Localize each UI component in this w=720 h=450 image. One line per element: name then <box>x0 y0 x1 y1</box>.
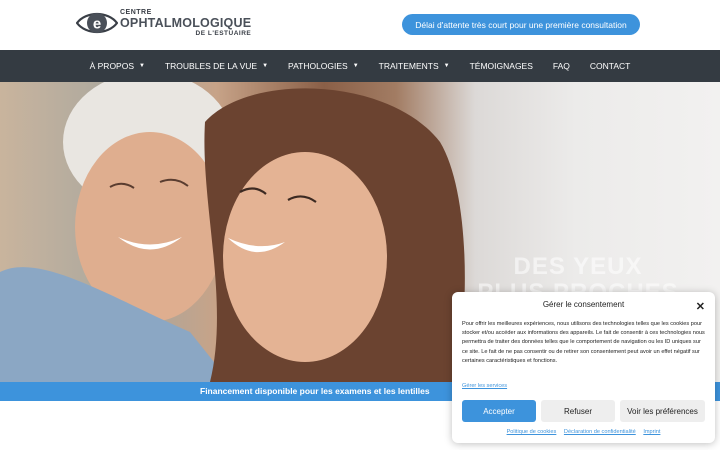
nav-item-label: À PROPOS <box>89 61 135 71</box>
main-nav: À PROPOS ▼ TROUBLES DE LA VUE ▼ PATHOLOG… <box>0 50 720 82</box>
nav-item-traitements[interactable]: TRAITEMENTS ▼ <box>379 61 450 71</box>
nav-item-contact[interactable]: CONTACT <box>590 61 630 71</box>
consent-title: Gérer le consentement <box>542 300 625 309</box>
site-logo[interactable]: e CENTRE OPHTALMOLOGIQUE DE L'ESTUAIRE <box>75 8 251 38</box>
nav-item-faq[interactable]: FAQ <box>553 61 570 71</box>
page: e CENTRE OPHTALMOLOGIQUE DE L'ESTUAIRE D… <box>0 0 720 450</box>
consent-description: Pour offrir les meilleures expériences, … <box>462 321 705 364</box>
caret-down-icon: ▼ <box>262 63 269 69</box>
privacy-statement-link[interactable]: Déclaration de confidentialité <box>564 429 636 435</box>
nav-item-pathologies[interactable]: PATHOLOGIES ▼ <box>288 61 359 71</box>
refuse-button[interactable]: Refuser <box>541 400 615 422</box>
imprint-link[interactable]: Imprint <box>643 429 660 435</box>
caret-down-icon: ▼ <box>139 63 145 69</box>
logo-mark-letter: e <box>93 16 101 33</box>
view-preferences-button[interactable]: Voir les préférences <box>620 400 705 422</box>
consent-footer-links: Politique de cookies Déclaration de conf… <box>452 429 715 435</box>
nav-item-label: TROUBLES DE LA VUE <box>164 61 258 71</box>
logo-wordmark: CENTRE OPHTALMOLOGIQUE DE L'ESTUAIRE <box>120 9 251 37</box>
nav-item-label: PATHOLOGIES <box>288 61 348 71</box>
logo-line-ophtalmologique: OPHTALMOLOGIQUE <box>120 16 252 30</box>
accept-button[interactable]: Accepter <box>462 400 536 422</box>
nav-item-temoignages[interactable]: TÉMOIGNAGES <box>470 61 533 71</box>
caret-down-icon: ▼ <box>443 63 450 69</box>
nav-item-label: TRAITEMENTS <box>378 61 439 71</box>
site-header: e CENTRE OPHTALMOLOGIQUE DE L'ESTUAIRE D… <box>0 0 720 50</box>
close-icon[interactable]: ✕ <box>696 300 705 313</box>
financing-text: Financement disponible pour les examens … <box>200 386 430 396</box>
nav-item-label: CONTACT <box>589 61 631 71</box>
nav-item-label: FAQ <box>552 61 570 71</box>
caret-down-icon: ▼ <box>352 63 359 69</box>
nav-item-label: TÉMOIGNAGES <box>469 61 533 71</box>
cookie-policy-link[interactable]: Politique de cookies <box>507 429 557 435</box>
hero-title-line-1: DES YEUX <box>513 253 643 280</box>
logo-line-estuaire: DE L'ESTUAIRE <box>195 29 252 37</box>
cookie-consent-dialog: Gérer le consentement ✕ Pour offrir les … <box>452 292 715 443</box>
nav-item-troubles-de-la-vue[interactable]: TROUBLES DE LA VUE ▼ <box>165 61 268 71</box>
manage-services-link[interactable]: Gérer les services <box>462 383 507 389</box>
waiting-time-cta-button[interactable]: Délai d'attente très court pour une prem… <box>402 14 640 35</box>
logo-line-centre: CENTRE <box>120 9 152 16</box>
eye-logo-icon: e <box>75 10 119 36</box>
nav-item-a-propos[interactable]: À PROPOS ▼ <box>90 61 145 71</box>
